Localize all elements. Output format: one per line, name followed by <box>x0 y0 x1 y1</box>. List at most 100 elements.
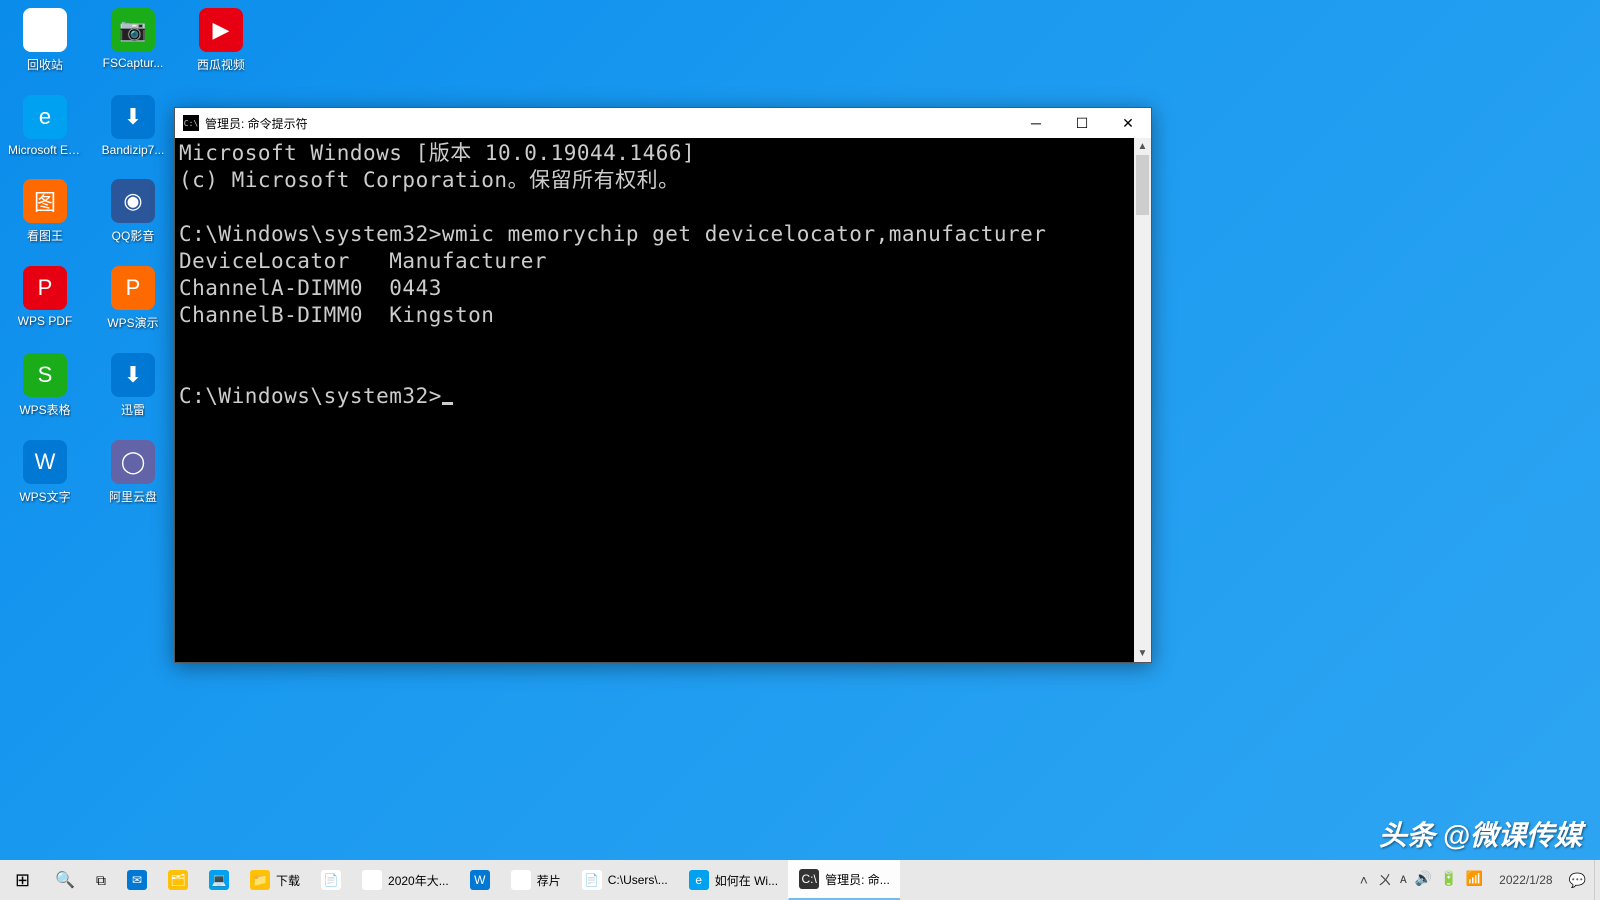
desktop-icon-kantuwang[interactable]: 图 看图王 <box>8 179 82 244</box>
maximize-button[interactable]: ☐ <box>1059 108 1105 138</box>
search-icon: 🔍 <box>55 870 75 890</box>
bandizip-icon: ⬇ <box>111 95 155 139</box>
recycle-bin-icon: 🗑 <box>23 8 67 52</box>
desktop-icon-recycle-bin[interactable]: 🗑 回收站 <box>8 8 82 73</box>
xunlei-icon: ⬇ <box>111 353 155 397</box>
scroll-down-button[interactable]: ▼ <box>1134 645 1151 662</box>
pcast-icon: P <box>511 870 531 890</box>
downloads-icon: 📁 <box>250 870 270 890</box>
aliyunpan-label: 阿里云盘 <box>109 488 157 505</box>
wpswenzi-label: WPS文字 <box>19 488 70 505</box>
edge2-icon: e <box>689 870 709 890</box>
chrome-label: 2020年大... <box>388 872 449 889</box>
wpswenzi-icon: W <box>23 440 67 484</box>
scroll-thumb[interactable] <box>1136 155 1149 215</box>
bandizip-label: Bandizip7... <box>102 143 165 157</box>
tray-icon-4[interactable]: 📶 <box>1466 870 1483 890</box>
desktop-icon-edge[interactable]: e Microsoft Edge <box>8 95 82 157</box>
xigua-icon: ▶ <box>199 8 243 52</box>
desktop-icon-bandizip[interactable]: ⬇ Bandizip7... <box>96 95 170 157</box>
wps-icon: W <box>470 870 490 890</box>
desktop-icon-fscapture[interactable]: 📷 FSCaptur... <box>96 8 170 73</box>
desktop-icon-aliyunpan[interactable]: ◯ 阿里云盘 <box>96 440 170 505</box>
wpsbiaoge-icon: S <box>23 353 67 397</box>
scroll-up-button[interactable]: ▲ <box>1134 138 1151 155</box>
explorer2-icon: 💻 <box>209 870 229 890</box>
watermark: 头条 @微课传媒 <box>1379 814 1582 854</box>
desktop-icon-wpsbiaoge[interactable]: S WPS表格 <box>8 353 82 418</box>
taskbar-item-pcast[interactable]: P 荐片 <box>500 860 571 900</box>
desktop-icon-wpswenzi[interactable]: W WPS文字 <box>8 440 82 505</box>
recycle-bin-label: 回收站 <box>27 56 63 73</box>
terminal-content[interactable]: Microsoft Windows [版本 10.0.19044.1466] (… <box>175 138 1134 662</box>
show-desktop-button[interactable] <box>1594 860 1600 900</box>
wpspdf-label: WPS PDF <box>18 314 73 328</box>
system-tray[interactable]: ˄ ㄨᴀ 🔊 🔋 📶 2022/1/28 💬 <box>1352 860 1594 900</box>
edge-icon: e <box>23 95 67 139</box>
xunlei-label: 迅雷 <box>121 401 145 418</box>
tray-chevron-icon[interactable]: ˄ <box>1360 872 1368 888</box>
qqyinying-label: QQ影音 <box>112 227 155 244</box>
taskbar: ⊞ 🔍 ⧉ ✉ 🗂 💻 📁 下载 📄 ◉ 2020年大... W P 荐片 📄 C:\Users\...… <box>0 860 1600 900</box>
explorer1-icon: 🗂 <box>168 870 188 890</box>
taskbar-item-wps[interactable]: W <box>459 860 500 900</box>
start-button[interactable]: ⊞ <box>0 860 44 900</box>
aliyunpan-icon: ◯ <box>111 440 155 484</box>
windows-icon: ⊞ <box>15 870 30 891</box>
pcast-label: 荐片 <box>537 872 561 889</box>
wpspdf-icon: P <box>23 266 67 310</box>
minimize-button[interactable]: ─ <box>1013 108 1059 138</box>
wpsbiaoge-label: WPS表格 <box>19 401 70 418</box>
tray-icon-0[interactable]: ㄨ <box>1378 870 1392 890</box>
fscapture-icon: 📷 <box>111 8 155 52</box>
taskbar-item-explorer1[interactable]: 🗂 <box>157 860 198 900</box>
notepad-icon: 📄 <box>321 870 341 890</box>
wpsyanshi-label: WPS演示 <box>107 314 158 331</box>
taskbar-item-downloads[interactable]: 📁 下载 <box>239 860 310 900</box>
desktop-icon-xigua[interactable]: ▶ 西瓜视频 <box>184 8 258 73</box>
cursor <box>442 402 453 405</box>
scrollbar[interactable]: ▲ ▼ <box>1134 138 1151 662</box>
taskview-icon: ⧉ <box>96 872 106 889</box>
tray-icon-3[interactable]: 🔋 <box>1440 870 1457 890</box>
cmd-window[interactable]: C:\ 管理员: 命令提示符 ─ ☐ ✕ Microsoft Windows [… <box>174 107 1152 663</box>
taskbar-item-explorer2[interactable]: 💻 <box>198 860 239 900</box>
desktop-icon-qqyinying[interactable]: ◉ QQ影音 <box>96 179 170 244</box>
xigua-label: 西瓜视频 <box>197 56 245 73</box>
tray-icon-2[interactable]: 🔊 <box>1415 870 1432 890</box>
notepad2-icon: 📄 <box>582 870 602 890</box>
cmd-icon: C:\ <box>799 869 819 889</box>
desktop-icon-xunlei[interactable]: ⬇ 迅雷 <box>96 353 170 418</box>
desktop-icon-wpsyanshi[interactable]: P WPS演示 <box>96 266 170 331</box>
notifications-icon[interactable]: 💬 <box>1569 872 1586 889</box>
notepad2-label: C:\Users\... <box>608 873 668 887</box>
qqyinying-icon: ◉ <box>111 179 155 223</box>
kantuwang-label: 看图王 <box>27 227 63 244</box>
close-button[interactable]: ✕ <box>1105 108 1151 138</box>
clock-date: 2022/1/28 <box>1499 873 1552 887</box>
clock[interactable]: 2022/1/28 <box>1493 873 1558 887</box>
mail-icon: ✉ <box>127 870 147 890</box>
chrome-icon: ◉ <box>362 870 382 890</box>
taskbar-item-notepad2[interactable]: 📄 C:\Users\... <box>571 860 678 900</box>
window-title: 管理员: 命令提示符 <box>205 115 308 132</box>
kantuwang-icon: 图 <box>23 179 67 223</box>
cmd-icon: C:\ <box>183 115 199 131</box>
taskbar-item-notepad[interactable]: 📄 <box>310 860 351 900</box>
tray-icon-1[interactable]: ᴀ <box>1400 870 1407 890</box>
search-button[interactable]: 🔍 <box>44 860 85 900</box>
taskbar-item-cmd[interactable]: C:\ 管理员: 命... <box>788 860 900 900</box>
scroll-track[interactable] <box>1134 155 1151 645</box>
wpsyanshi-icon: P <box>111 266 155 310</box>
fscapture-label: FSCaptur... <box>103 56 164 70</box>
desktop-icon-wpspdf[interactable]: P WPS PDF <box>8 266 82 331</box>
taskbar-item-chrome[interactable]: ◉ 2020年大... <box>351 860 459 900</box>
downloads-label: 下载 <box>276 872 300 889</box>
edge-label: Microsoft Edge <box>8 143 82 157</box>
edge2-label: 如何在 Wi... <box>715 872 778 889</box>
taskview-button[interactable]: ⧉ <box>85 860 116 900</box>
titlebar[interactable]: C:\ 管理员: 命令提示符 ─ ☐ ✕ <box>175 108 1151 138</box>
taskbar-item-edge2[interactable]: e 如何在 Wi... <box>678 860 788 900</box>
taskbar-item-mail[interactable]: ✉ <box>116 860 157 900</box>
cmd-label: 管理员: 命... <box>825 871 890 888</box>
